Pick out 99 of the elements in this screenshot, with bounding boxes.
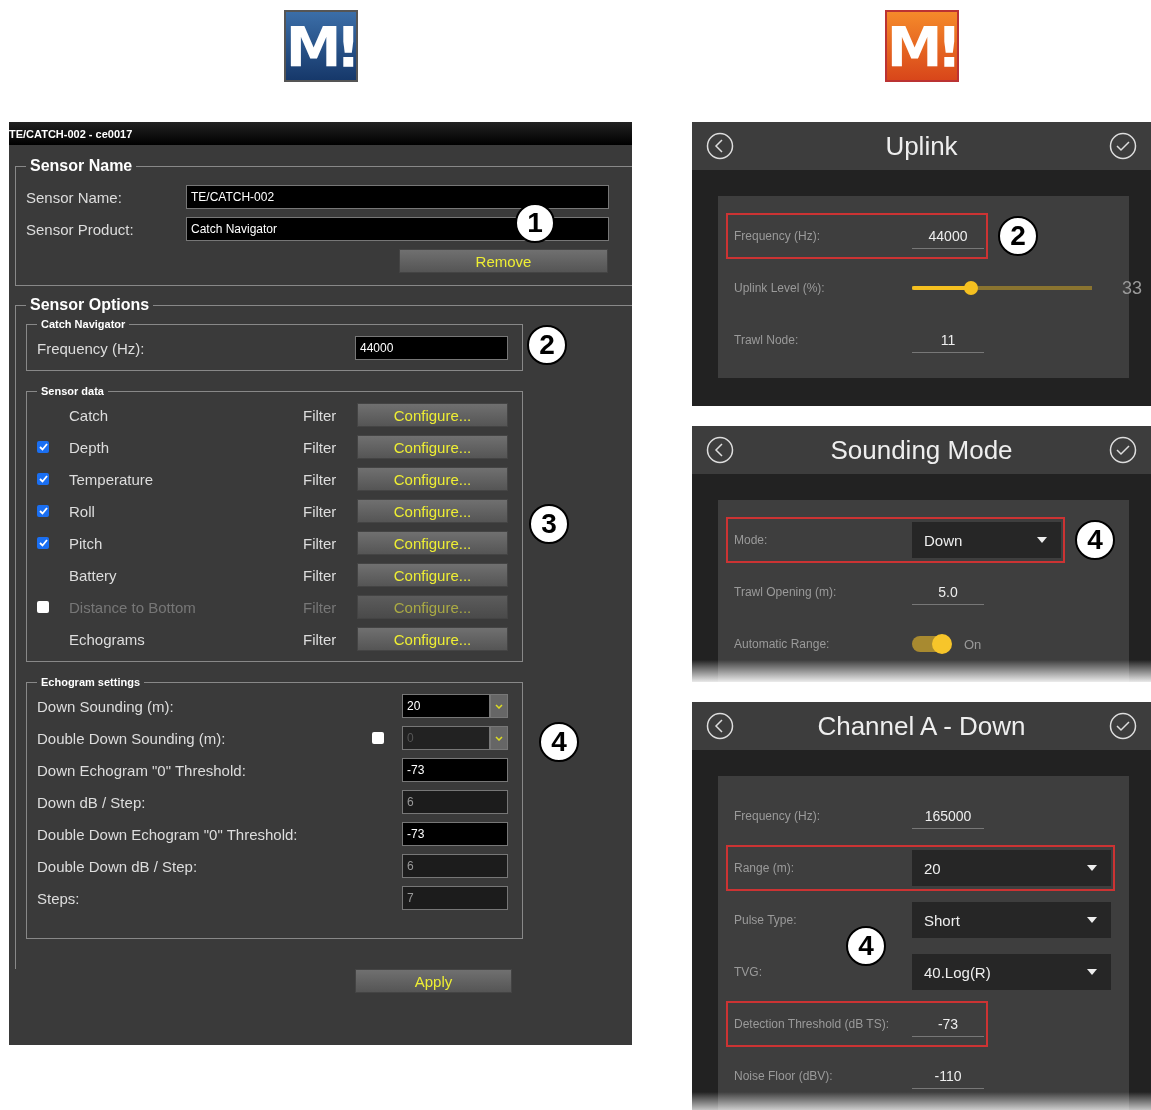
caret-icon: [1087, 865, 1097, 871]
text-field[interactable]: 11: [912, 327, 984, 353]
caret-icon: [1087, 969, 1097, 975]
confirm-icon[interactable]: [1109, 132, 1137, 160]
text-field[interactable]: 5.0: [912, 579, 984, 605]
text-field[interactable]: -73: [402, 822, 508, 846]
setting-label: Down dB / Step:: [37, 793, 147, 811]
confirm-icon[interactable]: [1109, 436, 1137, 464]
filter-label: Filter: [303, 630, 338, 648]
callout-number: 4: [846, 926, 886, 966]
sensor-label: Pitch: [69, 534, 104, 552]
filter-label: Filter: [303, 566, 338, 584]
field-label: Frequency (Hz):: [37, 339, 146, 357]
configure-button[interactable]: Configure...: [357, 563, 508, 587]
dropdown-field[interactable]: 20: [912, 850, 1111, 886]
filter-label: Filter: [303, 534, 338, 552]
callout-number: 2: [527, 324, 567, 365]
text-field[interactable]: 165000: [912, 803, 984, 829]
field-label: Range (m):: [734, 861, 796, 875]
field-label: Trawl Node:: [734, 333, 800, 347]
back-icon[interactable]: [706, 436, 734, 464]
setting-label: Double Down dB / Step:: [37, 857, 199, 875]
screen-title: Channel A - Down: [817, 710, 1026, 742]
callout-number: 2: [998, 216, 1038, 256]
sensor-label: Distance to Bottom: [69, 598, 197, 616]
field-label: Automatic Range:: [734, 637, 831, 651]
remove-button[interactable]: Remove: [399, 249, 608, 273]
field-label: Pulse Type:: [734, 913, 798, 927]
chevron-icon: [495, 703, 503, 709]
field-label: Noise Floor (dBV):: [734, 1069, 834, 1083]
setting-label: Down Echogram "0" Threshold:: [37, 761, 247, 779]
field-label: Uplink Level (%):: [734, 281, 826, 295]
group-title: Echogram settings: [40, 676, 142, 688]
field-label: Sensor Name:: [26, 188, 123, 206]
group-title: Catch Navigator: [40, 318, 127, 330]
filter-label: Filter: [303, 598, 338, 616]
sensor-label: Roll: [69, 502, 96, 520]
dropdown-field[interactable]: Short: [912, 902, 1111, 938]
sensor-label: Echograms: [69, 630, 146, 648]
text-field[interactable]: -73: [402, 758, 508, 782]
field-label: Frequency (Hz):: [734, 229, 822, 243]
filter-label: Filter: [303, 438, 338, 456]
configure-button[interactable]: Configure...: [357, 403, 508, 427]
setting-label: Double Down Sounding (m):: [37, 729, 227, 747]
sensor-label: Catch: [69, 406, 110, 424]
sensor-label: Depth: [69, 438, 111, 456]
setting-label: Steps:: [37, 889, 81, 907]
apply-button[interactable]: Apply: [355, 969, 512, 993]
setting-label: Double Down Echogram "0" Threshold:: [37, 825, 299, 843]
sensor-label: Temperature: [69, 470, 155, 488]
caret-icon: [1037, 537, 1047, 543]
checkbox[interactable]: [37, 505, 49, 517]
callout-number: 3: [529, 503, 569, 544]
back-icon[interactable]: [706, 132, 734, 160]
configure-button[interactable]: Configure...: [357, 467, 508, 491]
back-icon[interactable]: [706, 712, 734, 740]
text-field[interactable]: 44000: [912, 223, 984, 249]
app-logo: M!: [884, 10, 959, 82]
text-field[interactable]: -73: [912, 1011, 984, 1037]
field-label: Mode:: [734, 533, 769, 547]
configure-button[interactable]: Configure...: [357, 435, 508, 459]
slider-thumb[interactable]: [964, 281, 979, 295]
screen-title: Uplink: [885, 130, 958, 162]
field-label: Frequency (Hz):: [734, 809, 822, 823]
dropdown-field[interactable]: Down: [912, 522, 1061, 558]
field-label: Trawl Opening (m):: [734, 585, 838, 599]
group-title: Sensor data: [40, 385, 105, 397]
filter-label: Filter: [303, 470, 338, 488]
toggle-state: On: [964, 636, 982, 652]
setting-label: Down Sounding (m):: [37, 697, 175, 715]
window-title: TE/CATCH-002 - ce0017: [9, 122, 632, 145]
group-title: Sensor Options: [29, 296, 151, 314]
text-field[interactable]: TE/CATCH-002: [186, 185, 609, 209]
field-label: Detection Threshold (dB TS):: [734, 1017, 890, 1031]
checkbox[interactable]: [37, 441, 49, 453]
filter-label: Filter: [303, 502, 338, 520]
checkbox[interactable]: [37, 473, 49, 485]
dropdown-field[interactable]: 20: [402, 694, 490, 718]
text-field[interactable]: -110: [912, 1063, 984, 1089]
text-field[interactable]: 44000: [355, 336, 508, 360]
group-title: Sensor Name: [29, 157, 134, 175]
callout-number: 4: [1075, 520, 1115, 560]
slider-reading: 33: [1122, 277, 1143, 299]
field-label: TVG:: [734, 965, 763, 979]
app-logo: M!: [283, 10, 358, 82]
confirm-icon[interactable]: [1109, 712, 1137, 740]
toggle-switch[interactable]: [912, 636, 950, 652]
chevron-icon: [495, 735, 503, 741]
sensor-label: Battery: [69, 566, 118, 584]
dropdown-field[interactable]: 40.Log(R): [912, 954, 1111, 990]
callout-number: 4: [539, 722, 579, 762]
caret-icon: [1087, 917, 1097, 923]
screen-title: Sounding Mode: [830, 434, 1013, 466]
checkbox[interactable]: [37, 537, 49, 549]
filter-label: Filter: [303, 406, 338, 424]
configure-button[interactable]: Configure...: [357, 531, 508, 555]
configure-button[interactable]: Configure...: [357, 627, 508, 651]
configure-button[interactable]: Configure...: [357, 499, 508, 523]
field-label: Sensor Product:: [26, 220, 135, 238]
